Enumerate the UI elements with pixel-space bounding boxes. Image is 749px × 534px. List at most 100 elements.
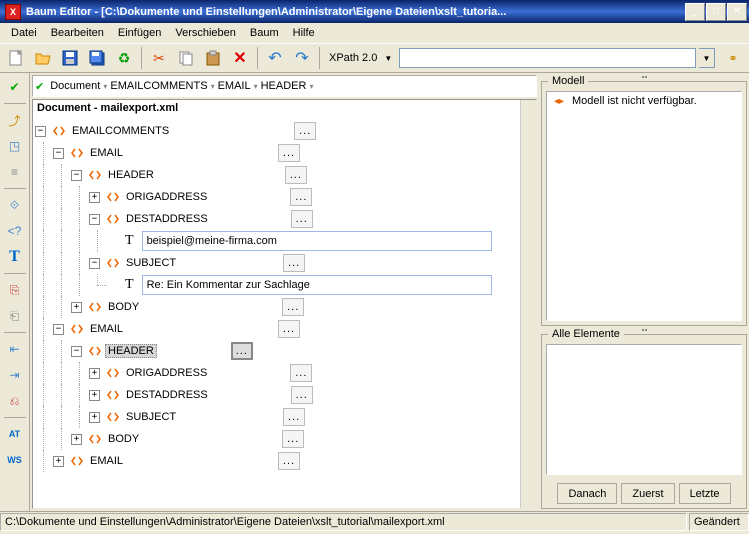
node-options-button[interactable]: ... [294,122,316,140]
tree-tool-3[interactable]: ≡ [3,160,27,184]
node-options-button[interactable]: ... [291,210,313,228]
node-label[interactable]: DESTADDRESS [123,212,211,226]
expander[interactable]: + [89,412,100,423]
redo-button[interactable]: ↷ [290,46,314,70]
undo-button[interactable]: ↶ [263,46,287,70]
tree-row[interactable]: − EMAIL... [35,318,534,340]
breadcrumb-emailcomments[interactable]: EMAILCOMMENTS [107,80,210,92]
tree-row[interactable]: − DESTADDRESS... [35,208,534,230]
at-icon[interactable]: AT [3,422,27,446]
saveall-button[interactable] [85,46,109,70]
xpath-input[interactable] [399,48,696,68]
menu-einfügen[interactable]: Einfügen [111,25,168,41]
node-options-button[interactable]: ... [291,386,313,404]
node-options-button[interactable]: ... [282,298,304,316]
tree-row[interactable]: − SUBJECT... [35,252,534,274]
node-options-button[interactable]: ... [283,254,305,272]
text-icon[interactable]: T [3,245,27,269]
node-options-button[interactable]: ... [231,342,253,360]
tree-tool-7[interactable]: ⎗ [3,304,27,328]
tree-row[interactable]: + EMAIL... [35,450,534,472]
expander[interactable]: + [89,368,100,379]
zuerst-button[interactable]: Zuerst [621,483,674,504]
letzte-button[interactable]: Letzte [679,483,731,504]
expander[interactable]: + [53,456,64,467]
expander[interactable]: − [89,214,100,225]
tree-row[interactable]: T [35,230,534,252]
node-options-button[interactable]: ... [283,408,305,426]
node-label[interactable]: ORIGADDRESS [123,366,210,380]
node-label[interactable]: SUBJECT [123,256,179,270]
tree-tool-5[interactable]: <? [3,219,27,243]
tree-tool-2[interactable]: ◳ [3,134,27,158]
menu-hilfe[interactable]: Hilfe [286,25,322,41]
node-options-button[interactable]: ... [282,430,304,448]
node-options-button[interactable]: ... [290,188,312,206]
tree-row[interactable]: + BODY... [35,428,534,450]
open-button[interactable] [31,46,55,70]
node-label[interactable]: HEADER [105,168,157,182]
expander[interactable]: − [89,258,100,269]
tree-tool-9[interactable]: ⇥ [3,363,27,387]
tree-tool-6[interactable]: ⎘ [3,278,27,302]
node-options-button[interactable]: ... [290,364,312,382]
tree-tool-1[interactable]: ⤴ [3,108,27,132]
tree-tool-10[interactable]: ⎌ [3,389,27,413]
tree-row[interactable]: + BODY... [35,296,534,318]
expander[interactable]: − [53,148,64,159]
menu-baum[interactable]: Baum [243,25,286,41]
expander[interactable]: + [89,390,100,401]
expander[interactable]: − [53,324,64,335]
danach-button[interactable]: Danach [557,483,617,504]
node-label[interactable]: EMAILCOMMENTS [69,124,172,138]
cut-button[interactable]: ✂ [147,46,171,70]
maximize-button[interactable]: □ [706,3,726,21]
recycle-button[interactable]: ♻ [112,46,136,70]
paste-button[interactable] [201,46,225,70]
tree-row[interactable]: + ORIGADDRESS... [35,362,534,384]
tree-row[interactable]: + DESTADDRESS... [35,384,534,406]
new-button[interactable] [4,46,28,70]
tree-row[interactable]: +ORIGADDRESS... [35,186,534,208]
copy-button[interactable] [174,46,198,70]
tree-row[interactable]: + SUBJECT... [35,406,534,428]
save-button[interactable] [58,46,82,70]
menu-bearbeiten[interactable]: Bearbeiten [44,25,111,41]
node-label[interactable]: DESTADDRESS [123,388,211,402]
text-value[interactable] [142,275,492,295]
tree-row[interactable]: −HEADER... [35,164,534,186]
tree-row[interactable]: −EMAIL... [35,142,534,164]
xpath-dropdown[interactable]: ▼ [699,48,715,68]
node-label[interactable]: BODY [105,432,142,446]
node-options-button[interactable]: ... [278,452,300,470]
tree-row[interactable]: − EMAILCOMMENTS... [35,120,534,142]
check-icon[interactable]: ✔ [3,75,27,99]
breadcrumb-document[interactable]: Document [47,80,103,92]
expander[interactable]: − [71,346,82,357]
pathbar-check-icon[interactable]: ✔ [35,80,44,93]
menu-verschieben[interactable]: Verschieben [168,25,243,41]
node-label[interactable]: EMAIL [87,454,126,468]
tree-scrollbar[interactable] [520,100,536,508]
expander[interactable]: + [89,192,100,203]
elements-list[interactable] [546,344,742,475]
expander[interactable]: − [71,170,82,181]
breadcrumb-separator[interactable]: ▾ [309,82,313,91]
breadcrumb-email[interactable]: EMAIL [215,80,254,92]
node-label[interactable]: BODY [105,300,142,314]
expander[interactable]: − [35,126,46,137]
node-label[interactable]: EMAIL [87,146,126,160]
node-label[interactable]: EMAIL [87,322,126,336]
text-value[interactable] [142,231,492,251]
menu-datei[interactable]: Datei [4,25,44,41]
expander[interactable]: + [71,434,82,445]
tree-row[interactable]: −HEADER... [35,340,534,362]
tree-row[interactable]: T [35,274,534,296]
node-options-button[interactable]: ... [278,320,300,338]
expander[interactable]: + [71,302,82,313]
breadcrumb-header[interactable]: HEADER [258,80,310,92]
link-button[interactable]: ⚭ [721,46,745,70]
node-label[interactable]: SUBJECT [123,410,179,424]
minimize-button[interactable]: _ [685,3,705,21]
xpath-version-dropdown[interactable]: ▼ [384,54,392,63]
